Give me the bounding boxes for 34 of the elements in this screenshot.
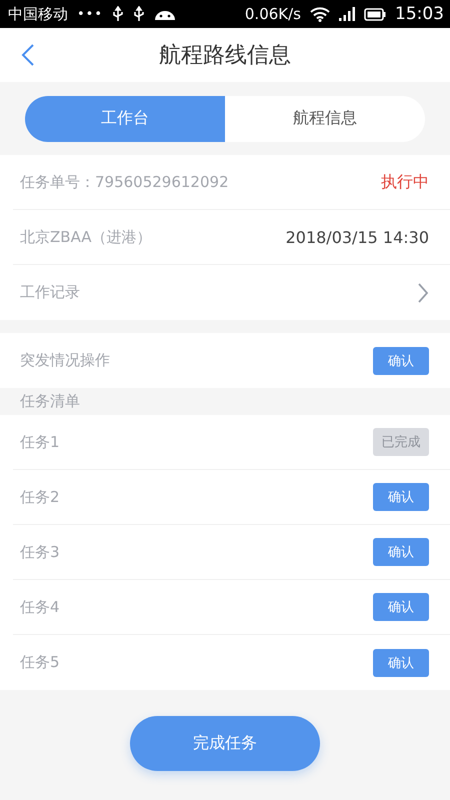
page-title: 航程路线信息 (159, 42, 291, 70)
chevron-right-icon (417, 282, 429, 304)
confirm-button[interactable]: 确认 (373, 593, 429, 621)
tab[interactable]: 工作台 (25, 96, 225, 142)
order-status: 执行中 (381, 172, 429, 192)
work-log-row[interactable]: 工作记录 (13, 265, 450, 320)
wifi-icon (310, 6, 330, 22)
carrier-name: 中国移动 (8, 4, 68, 24)
task-name: 任务4 (20, 598, 60, 616)
usb-icon (112, 6, 124, 22)
completed-button[interactable]: 已完成 (373, 428, 429, 456)
signal-icon (339, 7, 355, 21)
battery-icon (364, 8, 386, 20)
airport-label: 北京ZBAA（进港） (20, 228, 152, 246)
order-number: 任务单号：79560529612092 (20, 172, 229, 192)
task-name: 任务5 (20, 653, 60, 672)
back-icon[interactable] (21, 43, 35, 67)
work-log-label: 工作记录 (20, 283, 80, 302)
confirm-button[interactable]: 确认 (373, 648, 429, 676)
confirm-button[interactable]: 确认 (373, 346, 429, 374)
complete-task-button[interactable]: 完成任务 (130, 716, 320, 771)
usb-icon (133, 6, 146, 22)
network-speed: 0.06K/s (244, 5, 301, 23)
section-heading: 任务清单 (19, 391, 81, 412)
confirm-button[interactable]: 确认 (373, 483, 429, 511)
emergency-label: 突发情况操作 (20, 351, 110, 370)
clock-time: 15:03 (395, 4, 444, 24)
flight-datetime: 2018/03/15 14:30 (286, 228, 429, 246)
tab[interactable]: 航程信息 (225, 96, 425, 142)
task-name: 任务3 (20, 542, 60, 562)
task-name: 任务1 (20, 432, 60, 452)
confirm-button[interactable]: 确认 (373, 538, 429, 566)
notification-dots: ••• (77, 6, 104, 22)
task-name: 任务2 (20, 488, 60, 506)
